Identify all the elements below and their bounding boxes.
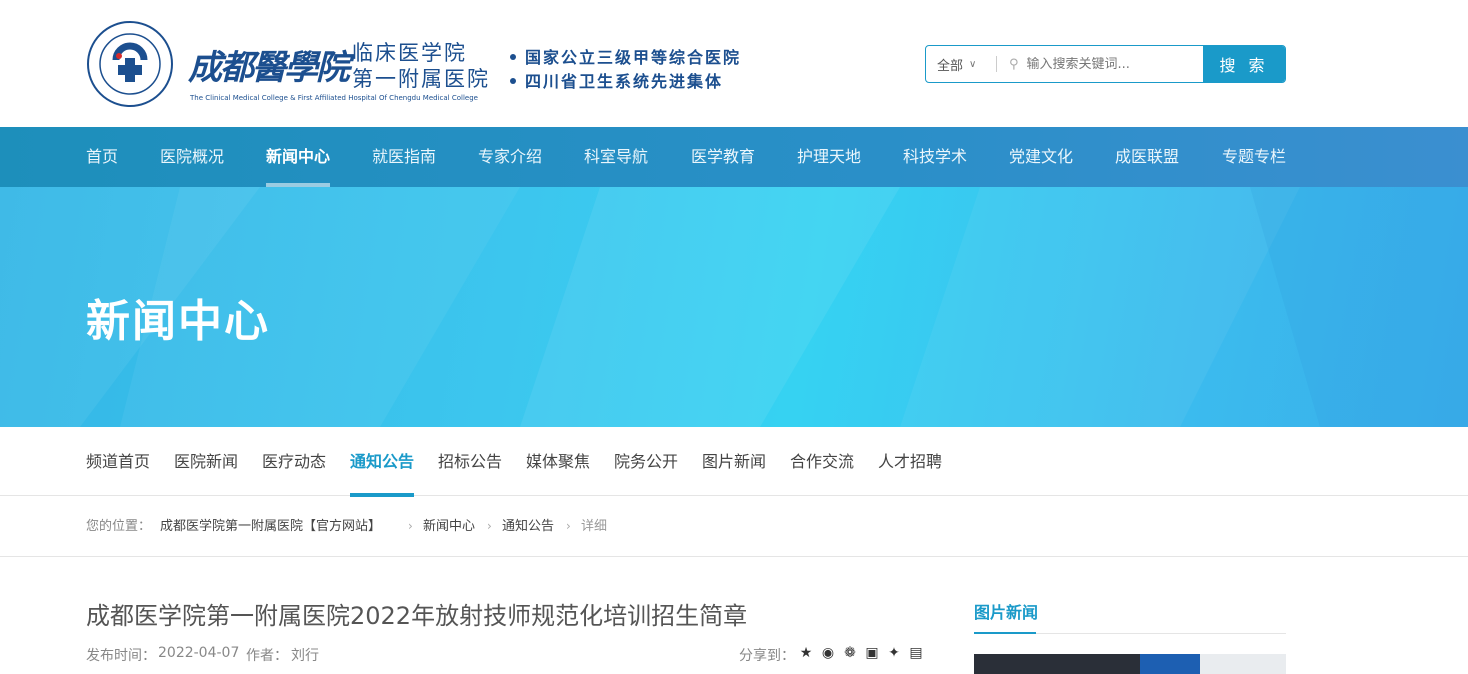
main-nav: 首页 医院概况 新闻中心 就医指南 专家介绍 科室导航 医学教育 护理天地 科技…: [0, 127, 1468, 187]
breadcrumb-label: 您的位置：: [86, 519, 152, 534]
hospital-tags: 国家公立三级甲等综合医院 四川省卫生系统先进集体: [510, 46, 741, 94]
search-icon: ⚲: [1009, 56, 1019, 72]
logo-english-name: The Clinical Medical College & First Aff…: [190, 94, 478, 102]
logo-name-line2: 第一附属医院: [352, 67, 490, 91]
nav-item-alliance[interactable]: 成医联盟: [1115, 127, 1179, 187]
nav-item-party[interactable]: 党建文化: [1009, 127, 1073, 187]
subnav-item-media[interactable]: 媒体聚焦: [526, 427, 590, 496]
share-label: 分享到：: [739, 648, 795, 664]
subnav-item-tenders[interactable]: 招标公告: [438, 427, 502, 496]
breadcrumb-item-news[interactable]: 新闻中心: [423, 496, 475, 557]
page-banner: 新闻中心: [0, 187, 1468, 427]
article-title: 成都医学院第一附属医院2022年放射技师规范化培训招生简章: [86, 602, 748, 630]
subnav-item-recruitment[interactable]: 人才招聘: [878, 427, 942, 496]
nav-item-experts[interactable]: 专家介绍: [478, 127, 542, 187]
breadcrumb-item-current: 详细: [581, 519, 608, 534]
breadcrumb: 您的位置： 成都医学院第一附属医院【官方网站】 › 新闻中心 › 通知公告 › …: [0, 496, 1468, 557]
subnav-item-affairs[interactable]: 院务公开: [614, 427, 678, 496]
logo-script-text[interactable]: 成都醫學院: [188, 40, 350, 89]
chevron-right-icon: ›: [487, 519, 492, 533]
hospital-emblem-icon[interactable]: [86, 20, 174, 108]
nav-item-nursing[interactable]: 护理天地: [797, 127, 861, 187]
breadcrumb-item-notices[interactable]: 通知公告: [502, 496, 554, 557]
chevron-right-icon: ›: [408, 519, 413, 533]
subnav-item-channel-home[interactable]: 频道首页: [86, 427, 150, 496]
article-date-label: 发布时间：: [86, 648, 156, 664]
nav-item-news[interactable]: 新闻中心: [266, 127, 331, 187]
nav-item-departments[interactable]: 科室导航: [584, 127, 648, 187]
banner-title: 新闻中心: [86, 296, 270, 347]
hospital-tag: 国家公立三级甲等综合医院: [510, 46, 741, 70]
nav-item-home[interactable]: 首页: [86, 127, 118, 187]
nav-item-education[interactable]: 医学教育: [691, 127, 755, 187]
twitter-icon[interactable]: ✦: [886, 645, 902, 661]
logo-name-line1: 临床医学院: [352, 41, 467, 65]
thumbnail-region: [1140, 654, 1200, 674]
search-bar: 全部 ∨ ⚲ 搜 索: [925, 45, 1286, 83]
search-button[interactable]: 搜 索: [1203, 46, 1285, 82]
sub-nav: 频道首页 医院新闻 医疗动态 通知公告 招标公告 媒体聚焦 院务公开 图片新闻 …: [0, 427, 1468, 497]
site-header: 成都醫學院 临床医学院 第一附属医院 The Clinical Medical …: [0, 0, 1468, 127]
nav-item-research[interactable]: 科技学术: [903, 127, 967, 187]
subnav-item-cooperation[interactable]: 合作交流: [790, 427, 854, 496]
breadcrumb-item-home[interactable]: 成都医学院第一附属医院【官方网站】: [160, 496, 381, 557]
search-input-wrap: ⚲: [997, 46, 1203, 82]
weibo-icon[interactable]: ◉: [820, 645, 836, 661]
chevron-down-icon: ∨: [969, 58, 977, 70]
nav-item-topics[interactable]: 专题专栏: [1222, 127, 1286, 187]
thumbnail-region: [1200, 654, 1286, 674]
print-icon[interactable]: ▤: [908, 645, 924, 661]
star-icon[interactable]: ★: [798, 645, 814, 661]
nav-item-guide[interactable]: 就医指南: [372, 127, 436, 187]
chevron-right-icon: ›: [566, 519, 571, 533]
sidebar-divider-accent: [974, 632, 1036, 634]
subnav-item-notices[interactable]: 通知公告: [350, 427, 415, 497]
search-scope-select[interactable]: 全部 ∨: [926, 46, 996, 82]
article-author: 刘行: [291, 648, 319, 664]
search-input[interactable]: [1026, 56, 1187, 72]
subnav-item-hospital-news[interactable]: 医院新闻: [174, 427, 238, 496]
wechat-icon[interactable]: ❁: [842, 645, 858, 661]
nav-item-overview[interactable]: 医院概况: [160, 127, 224, 187]
logo-name[interactable]: 临床医学院 第一附属医院: [352, 40, 490, 92]
facebook-icon[interactable]: ▣: [864, 645, 880, 661]
photo-news-thumbnail[interactable]: [974, 654, 1286, 674]
subnav-item-medical-news[interactable]: 医疗动态: [262, 427, 326, 496]
subnav-item-photo-news[interactable]: 图片新闻: [702, 427, 766, 496]
hospital-tag: 四川省卫生系统先进集体: [510, 70, 741, 94]
sidebar-title[interactable]: 图片新闻: [974, 599, 1038, 623]
article-date: 2022-04-07: [158, 645, 240, 661]
article-author-label: 作者：: [246, 648, 288, 664]
